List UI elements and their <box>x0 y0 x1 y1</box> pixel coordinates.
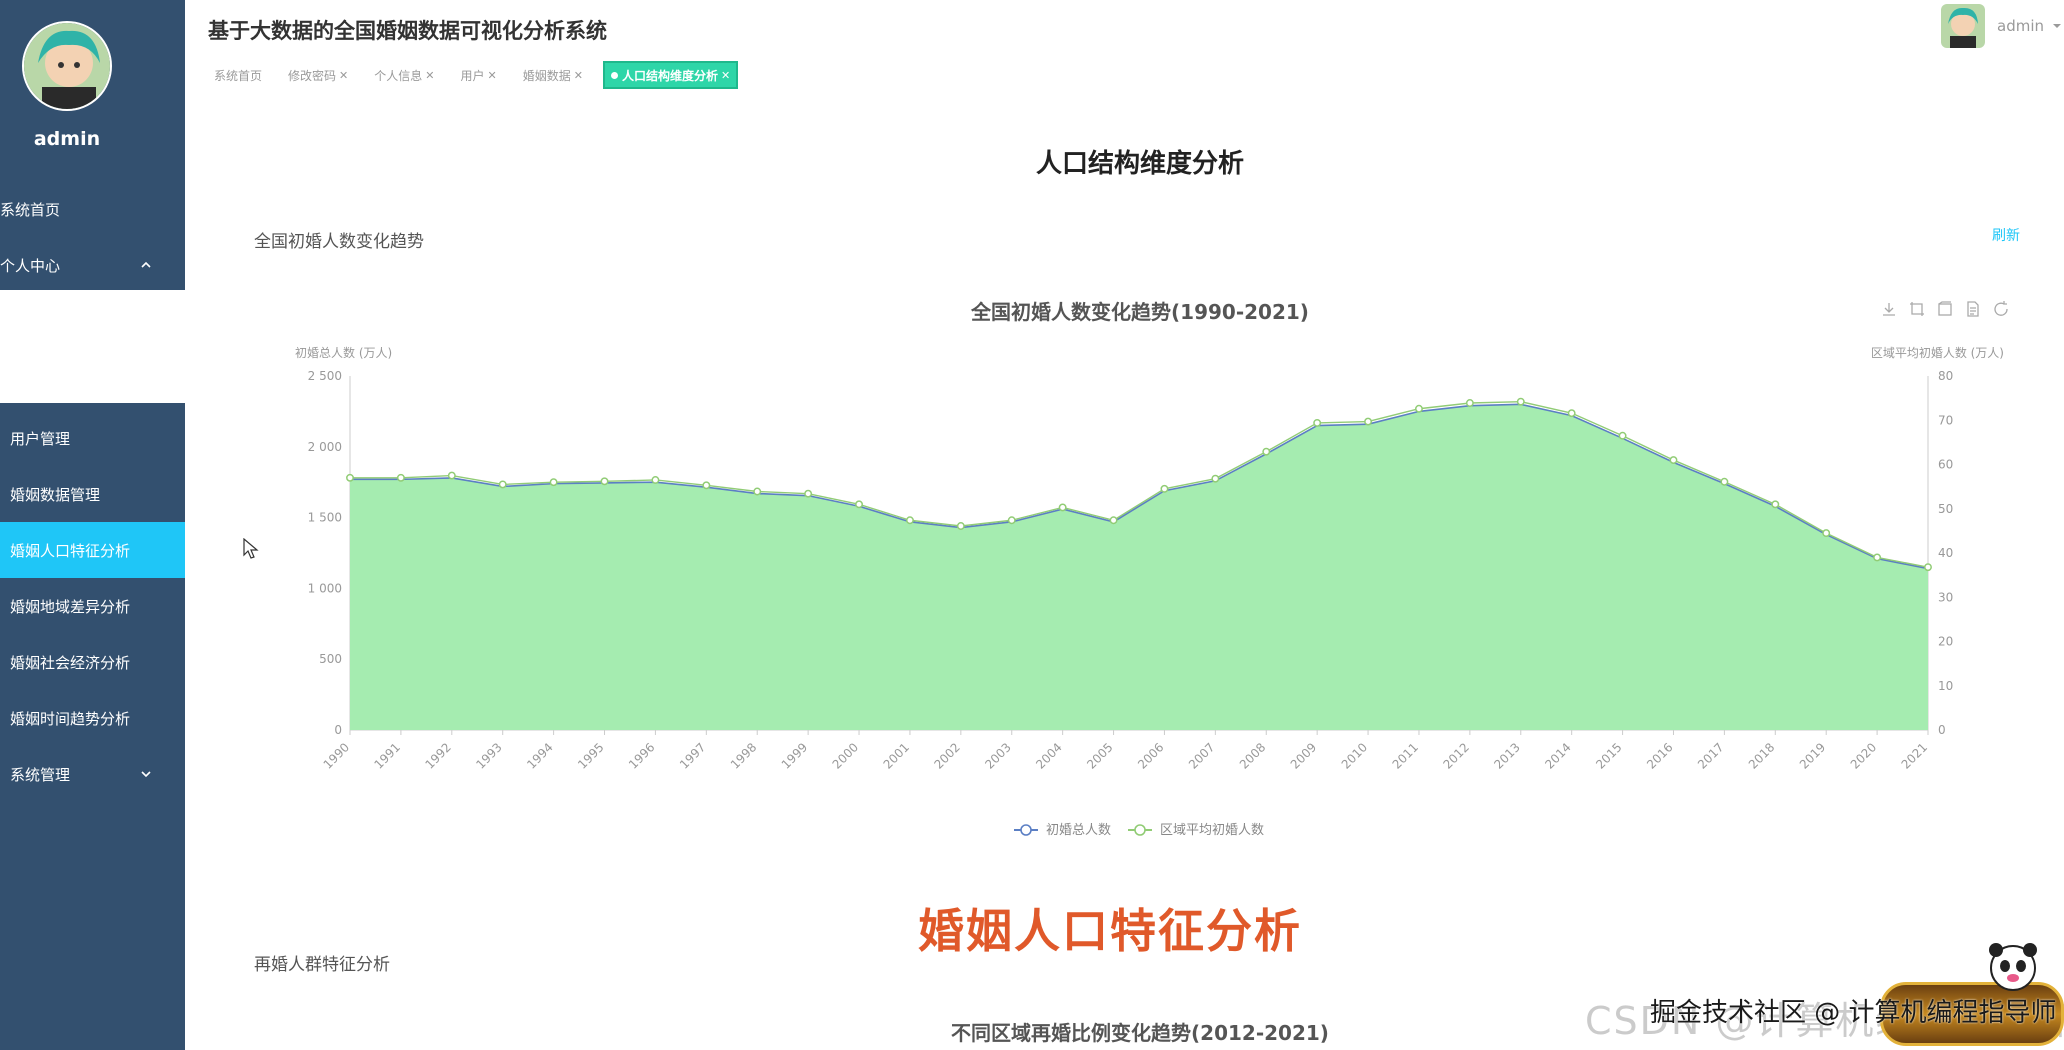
x-tick-label: 1998 <box>728 740 759 771</box>
x-tick-label: 1995 <box>575 740 606 771</box>
x-tick-label: 2007 <box>1186 740 1217 771</box>
y-tick-label-left: 1 000 <box>308 581 342 595</box>
data-point-average <box>1007 516 1016 525</box>
x-tick-label: 2013 <box>1491 740 1522 771</box>
data-point-average <box>651 476 660 484</box>
y-axis-title-right: 区域平均初婚人数 (万人) <box>1871 345 2004 360</box>
x-tick-label: 2020 <box>1848 740 1879 771</box>
community-watermark: 掘金技术社区 @ 计算机编程指导师 <box>1650 998 2057 1028</box>
mouse-cursor-icon <box>243 538 259 559</box>
x-tick-label: 2008 <box>1237 740 1268 771</box>
data-point-average <box>1465 399 1474 407</box>
x-tick-label: 2005 <box>1084 740 1115 771</box>
data-point-average <box>396 473 405 482</box>
x-tick-label: 2009 <box>1288 740 1319 771</box>
legend-label-total: 初婚总人数 <box>1046 823 1111 838</box>
data-point-average <box>1211 474 1220 483</box>
x-tick-label: 1996 <box>626 740 657 771</box>
y-tick-label-left: 0 <box>334 723 342 737</box>
data-point-average <box>1720 477 1729 486</box>
y-tick-label-left: 2 500 <box>308 369 342 383</box>
x-tick-label: 1997 <box>677 740 708 771</box>
data-point-average <box>1415 404 1423 413</box>
x-tick-label: 2006 <box>1135 740 1166 771</box>
data-point-average <box>855 500 863 509</box>
x-tick-label: 2002 <box>931 740 962 771</box>
x-tick-label: 1994 <box>524 740 555 771</box>
data-point-average <box>346 473 354 482</box>
y-tick-label-right: 10 <box>1938 679 1953 693</box>
x-tick-label: 1990 <box>321 740 352 771</box>
video-caption: 婚姻人口特征分析 <box>918 904 1302 958</box>
data-point-average <box>1516 397 1525 406</box>
x-tick-label: 2016 <box>1644 740 1675 771</box>
data-point-average <box>498 480 507 489</box>
x-tick-label: 1992 <box>422 740 453 771</box>
data-point-average <box>1313 418 1322 427</box>
panda-mascot-icon <box>1989 943 2037 991</box>
chart-title-remarriage: 不同区域再婚比例变化趋势(2012-2021) <box>951 1021 1329 1045</box>
x-tick-label: 2000 <box>830 740 861 771</box>
data-point-average <box>1567 409 1576 418</box>
x-tick-label: 2012 <box>1440 740 1471 771</box>
y-tick-label-right: 30 <box>1938 590 1953 604</box>
x-tick-label: 2014 <box>1542 740 1573 771</box>
card-label-remarriage: 再婚人群特征分析 <box>254 955 390 975</box>
x-tick-label: 2001 <box>881 740 912 771</box>
data-point-average <box>1262 447 1271 456</box>
data-point-average <box>1669 456 1678 465</box>
x-tick-label: 2003 <box>982 740 1013 771</box>
y-tick-label-right: 0 <box>1938 723 1946 737</box>
x-tick-label: 2021 <box>1899 740 1930 771</box>
data-point-average <box>1618 431 1627 440</box>
x-tick-label: 1993 <box>473 740 504 771</box>
data-point-average <box>1109 516 1118 525</box>
data-point-average <box>804 489 813 498</box>
y-tick-label-right: 60 <box>1938 458 1953 472</box>
x-tick-label: 2015 <box>1593 740 1624 771</box>
data-point-average <box>600 477 609 486</box>
y-tick-label-left: 500 <box>319 652 342 666</box>
y-tick-label-right: 20 <box>1938 635 1953 649</box>
y-tick-label-left: 1 500 <box>308 511 342 525</box>
y-tick-label-right: 80 <box>1938 369 1953 383</box>
data-point-average <box>1771 500 1780 509</box>
data-point-average <box>1924 563 1932 572</box>
x-tick-label: 1999 <box>779 740 810 771</box>
data-point-average <box>956 522 965 530</box>
x-tick-label: 2004 <box>1033 740 1064 771</box>
data-point-average <box>549 478 558 487</box>
legend-marker-total <box>1020 824 1032 836</box>
data-point-average <box>702 481 711 490</box>
data-point-average <box>1160 484 1169 493</box>
data-point-average <box>905 516 914 525</box>
y-tick-label-right: 40 <box>1938 546 1953 560</box>
x-tick-label: 1991 <box>372 740 403 771</box>
x-tick-label: 2017 <box>1695 740 1726 771</box>
y-axis-title-left: 初婚总人数 (万人) <box>295 345 392 360</box>
data-point-average <box>1873 553 1882 562</box>
y-tick-label-right: 70 <box>1938 413 1953 427</box>
x-tick-label: 2019 <box>1797 740 1828 771</box>
data-point-average <box>1058 503 1067 512</box>
x-tick-label: 2010 <box>1339 740 1370 771</box>
x-tick-label: 2011 <box>1390 740 1421 771</box>
x-tick-label: 2018 <box>1746 740 1777 771</box>
data-point-average <box>447 471 456 480</box>
y-tick-label-left: 2 000 <box>308 440 342 454</box>
legend-marker-average <box>1134 824 1146 836</box>
data-point-average <box>753 487 762 496</box>
legend-label-average: 区域平均初婚人数 <box>1160 823 1264 838</box>
area-fill <box>350 404 1928 730</box>
data-point-average <box>1822 529 1831 538</box>
y-tick-label-right: 50 <box>1938 502 1953 516</box>
first-marriage-area-chart: 初婚总人数 (万人) 区域平均初婚人数 (万人)05001 0001 5002 0… <box>295 345 2004 838</box>
data-point-average <box>1364 417 1373 426</box>
